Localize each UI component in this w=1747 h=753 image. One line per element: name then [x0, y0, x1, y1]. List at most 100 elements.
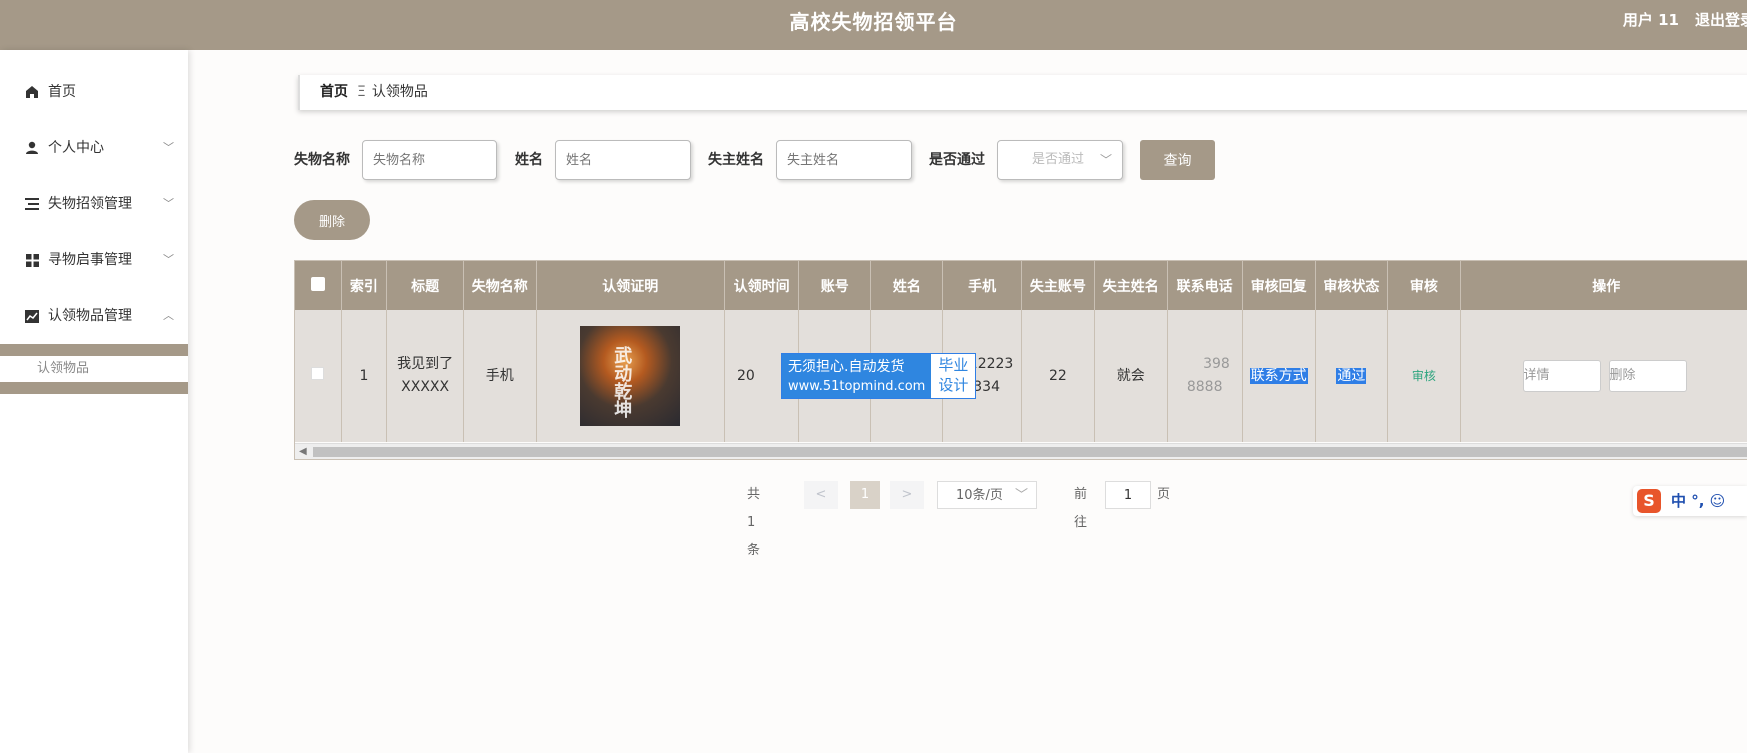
page-number-current[interactable]: 1 — [850, 481, 880, 509]
ime-logo-icon: S — [1637, 489, 1661, 513]
sidebar-item-label: 寻物启事管理 — [48, 252, 132, 268]
column-header: 操作 — [1460, 261, 1747, 310]
sidebar-item-lost-found[interactable]: 失物招领管理 ﹀ — [0, 176, 188, 232]
column-header: 认领证明 — [536, 261, 726, 310]
ime-toolbar[interactable]: S 中 °, ☺ — [1633, 486, 1747, 516]
passed-label: 是否通过 — [929, 152, 985, 168]
watermark-left: 无须担心.自动发货 www.51topmind.com — [782, 354, 932, 398]
cell-owner-name: 就会 — [1094, 310, 1168, 442]
column-header: 手机 — [942, 261, 1022, 310]
passed-select-value: 是否通过 — [1032, 152, 1085, 167]
sidebar-item-label: 个人中心 — [48, 140, 104, 156]
name-input[interactable] — [555, 140, 691, 180]
sidebar-item-personal-center[interactable]: 个人中心 ﹀ — [0, 120, 188, 176]
person-icon — [24, 120, 40, 176]
watermark-line: 设计 — [938, 376, 969, 394]
goto-label: 前往 — [1074, 487, 1088, 530]
sidebar-subitem-claimed-items[interactable]: 认领物品 — [0, 356, 188, 382]
cell-proof: 武动乾坤 — [536, 310, 726, 442]
sidebar-item-home[interactable]: 首页 — [0, 64, 188, 120]
cell-reply-text: 联系方式 — [1249, 367, 1308, 384]
chart-icon — [24, 288, 40, 344]
cell-index: 1 — [341, 310, 388, 442]
column-header: 失主姓名 — [1094, 261, 1168, 310]
column-header: 审核 — [1387, 261, 1461, 310]
column-header: 索引 — [341, 261, 388, 310]
breadcrumb-separator-icon: Ξ — [357, 84, 366, 100]
item-name-label: 失物名称 — [294, 152, 350, 168]
column-header: 审核状态 — [1315, 261, 1389, 310]
chevron-up-icon: ︿ — [163, 309, 174, 322]
sidebar: 首页 个人中心 ﹀ 失物招领管理 ﹀ 寻物启事管理 ﹀ 认领物品管理 ︿ 认领物… — [0, 50, 188, 753]
column-header: 账号 — [798, 261, 872, 310]
home-icon — [24, 64, 40, 120]
row-checkbox[interactable] — [295, 310, 342, 442]
cell-reply: 联系方式 — [1242, 310, 1316, 442]
cell-title-line: XXXXX — [401, 379, 450, 395]
scroll-left-icon[interactable]: ◀ — [299, 444, 307, 460]
submenu-divider — [0, 382, 188, 394]
claims-table: 索引 标题 失物名称 认领证明 认领时间 账号 姓名 手机 失主账号 失主姓名 … — [294, 260, 1747, 460]
horizontal-scrollbar[interactable]: ◀ — [295, 443, 1747, 459]
watermark-line: 毕业 — [938, 356, 969, 374]
cell-item-name: 手机 — [463, 310, 537, 442]
owner-name-input[interactable] — [776, 140, 912, 180]
breadcrumb-current: 认领物品 — [371, 84, 428, 100]
detail-button[interactable]: 详情 — [1522, 360, 1601, 392]
watermark-line: 无须担心.自动发货 — [788, 359, 905, 375]
delete-button[interactable]: 删除 — [294, 200, 370, 240]
current-user: 用户 11 — [1622, 11, 1679, 29]
list-icon — [24, 176, 40, 232]
watermark: 无须担心.自动发货 www.51topmind.com 毕业 设计 — [781, 353, 977, 399]
column-header: 认领时间 — [724, 261, 800, 310]
grid-icon — [24, 232, 40, 288]
cell-owner-account: 22 — [1021, 310, 1095, 442]
audit-link[interactable]: 审核 — [1412, 369, 1436, 383]
column-header: 标题 — [386, 261, 464, 310]
cell-status: 通过 — [1315, 310, 1389, 442]
prev-page-button[interactable]: < — [804, 481, 838, 509]
page-size-value: 10条/页 — [956, 488, 1003, 503]
sidebar-item-lost-notice[interactable]: 寻物启事管理 ﹀ — [0, 232, 188, 288]
ime-status-text: 中 °, ☺ — [1671, 492, 1726, 510]
watermark-line: www.51topmind.com — [788, 379, 926, 394]
column-header: 失物名称 — [463, 261, 537, 310]
page-suffix: 页 — [1157, 487, 1171, 502]
top-header: 高校失物招领平台 用户 11 退出登录 — [0, 0, 1747, 50]
next-page-button[interactable]: > — [890, 481, 924, 509]
table-row: 1 我见到了 XXXXX 手机 武动乾坤 20 1112223 3334 22 … — [295, 310, 1747, 442]
pagination-total: 共 1 条 — [747, 487, 761, 558]
watermark-right: 毕业 设计 — [931, 354, 975, 398]
column-header: 联系电话 — [1167, 261, 1243, 310]
sidebar-item-label: 失物招领管理 — [48, 196, 132, 212]
item-name-input[interactable] — [362, 140, 497, 180]
sidebar-item-label: 首页 — [48, 84, 76, 100]
sidebar-item-label: 认领物品管理 — [48, 308, 132, 324]
sidebar-item-claim-management[interactable]: 认领物品管理 ︿ — [0, 288, 188, 344]
cell-contact: 398 8888 — [1167, 310, 1243, 442]
goto-page-input[interactable]: 1 — [1105, 481, 1151, 509]
page-size-select[interactable]: 10条/页 ﹀ — [937, 481, 1037, 509]
scrollbar-thumb[interactable] — [313, 447, 1747, 457]
chevron-down-icon: ﹀ — [163, 141, 174, 154]
name-label: 姓名 — [515, 152, 543, 168]
row-delete-button[interactable]: 删除 — [1608, 360, 1687, 392]
cell-contact-line: 8888 — [1186, 379, 1223, 395]
cell-contact-line: 398 — [1203, 356, 1230, 372]
app-title: 高校失物招领平台 — [789, 10, 958, 34]
logout-link[interactable]: 退出登录 — [1695, 0, 1747, 40]
breadcrumb-home[interactable]: 首页 — [320, 84, 348, 100]
query-button[interactable]: 查询 — [1140, 140, 1215, 180]
column-header: 姓名 — [870, 261, 944, 310]
column-header: 失主账号 — [1021, 261, 1095, 310]
select-all-checkbox[interactable] — [295, 261, 342, 310]
column-header: 审核回复 — [1242, 261, 1316, 310]
proof-image[interactable]: 武动乾坤 — [580, 326, 681, 426]
passed-select[interactable]: 是否通过 ﹀ — [997, 140, 1123, 180]
chevron-down-icon: ﹀ — [1099, 153, 1112, 167]
owner-name-label: 失主姓名 — [708, 152, 764, 168]
breadcrumb: 首页 Ξ 认领物品 — [298, 75, 1747, 110]
proof-image-text: 武动乾坤 — [611, 346, 633, 418]
table-header-row: 索引 标题 失物名称 认领证明 认领时间 账号 姓名 手机 失主账号 失主姓名 … — [295, 261, 1747, 310]
cell-actions: 详情 删除 — [1460, 310, 1747, 442]
